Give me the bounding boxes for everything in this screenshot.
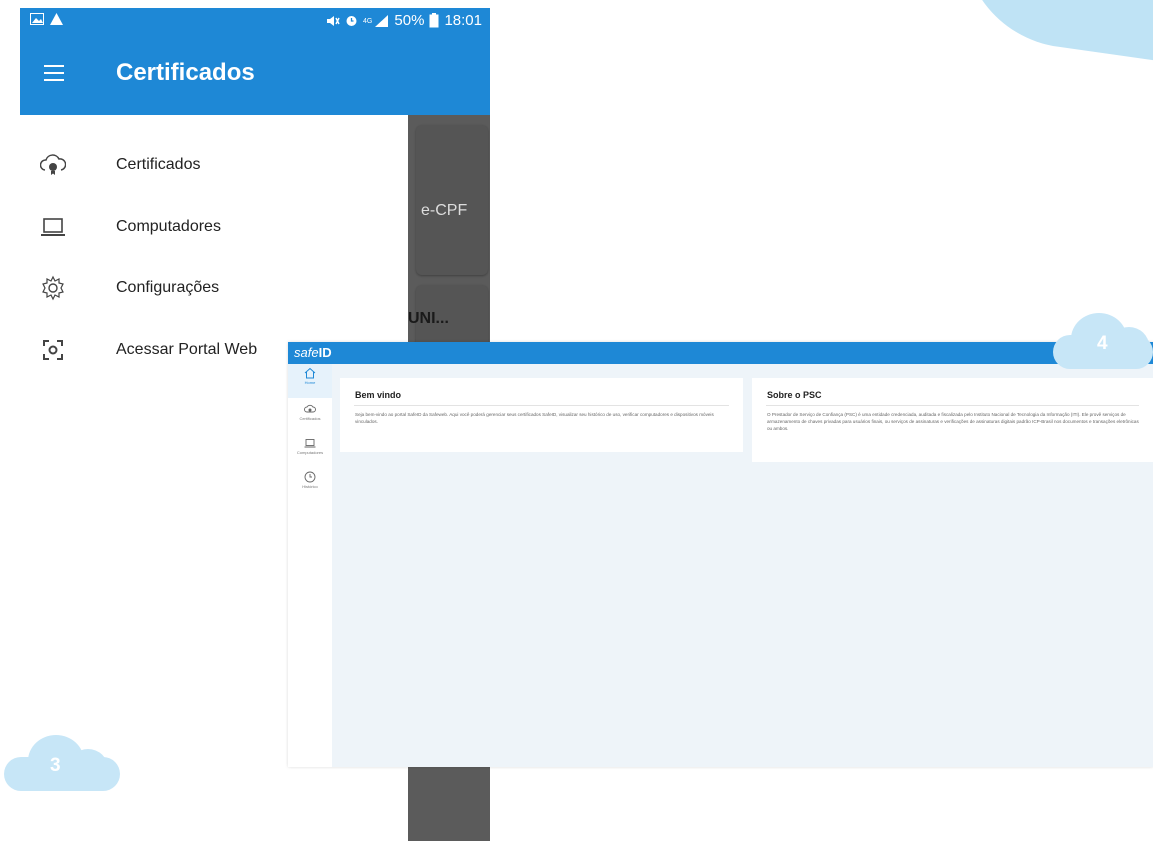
cloud-icon [304, 404, 316, 413]
battery-percent: 50% [394, 12, 425, 29]
safeid-logo: safeID [294, 345, 332, 360]
gallery-icon [30, 13, 44, 25]
web-sidebar: Home Certificados Computadores Histórico [288, 364, 332, 767]
sidebar-item-label: Computadores [296, 450, 324, 455]
step-number: 3 [50, 755, 61, 776]
status-bar: 4G 50% 18:01 [20, 8, 490, 35]
mute-icon [327, 15, 341, 26]
clock-time: 18:01 [444, 12, 482, 29]
web-top-bar: safeID [288, 342, 1153, 364]
laptop-icon [41, 218, 65, 236]
battery-icon [429, 13, 439, 28]
step-4-cloud: 4 [1053, 313, 1153, 369]
hamburger-menu-icon[interactable] [44, 65, 64, 81]
drawer-item-certificados[interactable]: Certificados [20, 140, 408, 190]
psc-card: Sobre o PSC O Prestador de Serviço de Co… [752, 378, 1153, 462]
clock-icon [304, 471, 316, 483]
sidebar-item-home[interactable]: Home [288, 364, 332, 398]
app-bar: Certificados [20, 35, 490, 115]
welcome-card: Bem vindo Seja bem-vindo ao portal SafeI… [340, 378, 743, 452]
alarm-icon [346, 16, 357, 26]
laptop-icon [304, 439, 316, 448]
certificate-type-label: e-CPF [421, 202, 468, 219]
divider [354, 405, 729, 406]
sidebar-item-label: Home [304, 380, 316, 385]
signal-icon: 4G [363, 14, 389, 27]
sidebar-item-label: Certificados [299, 416, 321, 421]
scan-icon [43, 340, 63, 360]
step-number: 4 [1097, 333, 1108, 354]
gear-icon [42, 275, 64, 301]
drawer-item-label: Configurações [116, 279, 220, 296]
warning-icon [50, 13, 63, 25]
drawer-item-configuracoes[interactable]: Configurações [20, 263, 408, 313]
svg-text:4G: 4G [363, 18, 372, 25]
drawer-item-label: Certificados [116, 156, 201, 173]
decorative-cloud-top [948, 0, 1153, 68]
step-3-cloud: 3 [4, 735, 120, 791]
sidebar-item-certificados[interactable]: Certificados [288, 400, 332, 434]
home-icon [304, 367, 316, 379]
drawer-item-label: Acessar Portal Web [116, 341, 258, 358]
sidebar-item-computadores[interactable]: Computadores [288, 434, 332, 468]
card-title: Bem vindo [355, 390, 402, 400]
card-title: Sobre o PSC [767, 390, 822, 400]
card-text: O Prestador de Serviço de Confiança (PSC… [767, 412, 1139, 431]
page-title: Certificados [116, 59, 255, 86]
sidebar-item-historico[interactable]: Histórico [288, 468, 332, 502]
certificate-card: e-CPF [416, 125, 488, 275]
drawer-item-label: Computadores [116, 218, 221, 235]
web-portal-screenshot: safeID Home Certificados Computadores Hi… [288, 342, 1153, 767]
certificate-name-label: UNI... [408, 310, 449, 327]
sidebar-item-label: Histórico [302, 484, 318, 489]
web-main-content: Bem vindo Seja bem-vindo ao portal SafeI… [332, 364, 1153, 767]
card-text: Seja bem-vindo ao portal SafeID da Safew… [355, 412, 714, 424]
drawer-item-computadores[interactable]: Computadores [20, 202, 408, 252]
divider [766, 405, 1139, 406]
cloud-certificate-icon [40, 154, 66, 175]
